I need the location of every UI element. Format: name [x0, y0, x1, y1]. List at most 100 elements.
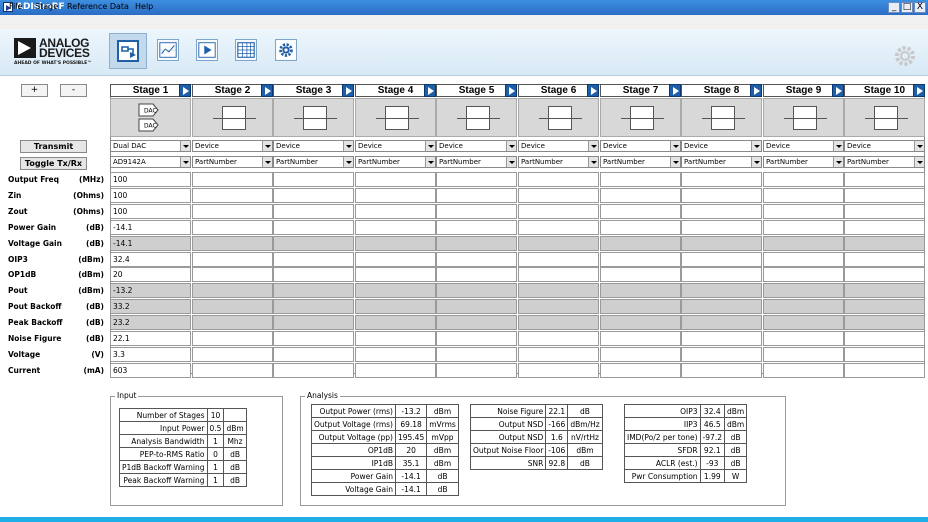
stage-cell[interactable] — [844, 363, 925, 378]
device-select[interactable]: Dual DAC — [110, 140, 191, 152]
stage-cell[interactable]: -13.2 — [110, 283, 191, 298]
stage-cell[interactable] — [192, 363, 273, 378]
stage-cell[interactable] — [518, 363, 599, 378]
chevron-down-icon[interactable] — [262, 157, 272, 167]
stage-cell[interactable] — [518, 299, 599, 314]
stage-cell[interactable] — [273, 220, 354, 235]
stage-cell[interactable] — [763, 363, 844, 378]
stage-cell[interactable] — [518, 347, 599, 362]
row-value[interactable]: 10 — [206, 408, 225, 422]
device-select[interactable]: Device — [600, 140, 681, 152]
stage-cell[interactable] — [436, 347, 517, 362]
chevron-down-icon[interactable] — [343, 141, 353, 151]
stage-block[interactable] — [600, 98, 681, 137]
part-select[interactable]: PartNumber — [273, 156, 354, 168]
menu-reference-data[interactable]: Reference Data — [67, 1, 129, 13]
stage-cell[interactable] — [436, 315, 517, 330]
part-select[interactable]: AD9142A — [110, 156, 191, 168]
stage-cell[interactable] — [192, 204, 273, 219]
close-button[interactable]: X — [914, 2, 926, 13]
stage-cell[interactable] — [355, 172, 436, 187]
stage-cell[interactable] — [355, 283, 436, 298]
stage-arrow-icon[interactable] — [342, 84, 354, 97]
chevron-down-icon[interactable] — [670, 141, 680, 151]
device-select[interactable]: Device — [518, 140, 599, 152]
chevron-down-icon[interactable] — [751, 157, 761, 167]
chevron-down-icon[interactable] — [343, 157, 353, 167]
chevron-down-icon[interactable] — [751, 141, 761, 151]
stage-cell[interactable] — [436, 188, 517, 203]
stage-arrow-icon[interactable] — [587, 84, 599, 97]
device-select[interactable]: Device — [192, 140, 273, 152]
stage-cell[interactable] — [192, 315, 273, 330]
stage-cell[interactable] — [518, 283, 599, 298]
stage-cell[interactable]: 20 — [110, 267, 191, 282]
stage-cell[interactable] — [436, 236, 517, 251]
transmit-button[interactable]: Transmit — [20, 140, 87, 153]
stage-arrow-icon[interactable] — [832, 84, 844, 97]
stage-cell[interactable] — [273, 236, 354, 251]
row-value[interactable]: 0.5 — [206, 421, 225, 435]
stage-cell[interactable] — [355, 188, 436, 203]
stage-block[interactable] — [844, 98, 925, 137]
stage-block[interactable] — [436, 98, 517, 137]
device-select[interactable]: Device — [273, 140, 354, 152]
stage-cell[interactable] — [192, 331, 273, 346]
row-value[interactable]: 1 — [206, 473, 225, 487]
stage-cell[interactable] — [273, 331, 354, 346]
table-icon[interactable] — [235, 39, 257, 61]
stage-cell[interactable] — [763, 172, 844, 187]
stage-cell[interactable]: 22.1 — [110, 331, 191, 346]
stage-cell[interactable]: 100 — [110, 188, 191, 203]
stage-cell[interactable] — [355, 236, 436, 251]
part-select[interactable]: PartNumber — [844, 156, 925, 168]
stage-block[interactable] — [763, 98, 844, 137]
stage-cell[interactable] — [192, 347, 273, 362]
stage-cell[interactable] — [436, 331, 517, 346]
stage-cell[interactable] — [518, 204, 599, 219]
stage-cell[interactable] — [763, 299, 844, 314]
settings-gear-icon[interactable] — [893, 44, 917, 68]
stage-cell[interactable] — [518, 252, 599, 267]
part-select[interactable]: PartNumber — [192, 156, 273, 168]
stage-cell[interactable]: 100 — [110, 172, 191, 187]
stage-cell[interactable] — [355, 220, 436, 235]
stage-cell[interactable] — [518, 331, 599, 346]
plot-icon[interactable] — [157, 39, 179, 61]
stage-cell[interactable] — [763, 267, 844, 282]
chevron-down-icon[interactable] — [914, 141, 924, 151]
stage-arrow-icon[interactable] — [179, 84, 191, 97]
part-select[interactable]: PartNumber — [355, 156, 436, 168]
stage-cell[interactable] — [763, 236, 844, 251]
stage-block[interactable] — [355, 98, 436, 137]
part-select[interactable]: PartNumber — [518, 156, 599, 168]
toggle-tx-rx-button[interactable]: Toggle Tx/Rx — [20, 157, 87, 170]
stage-arrow-icon[interactable] — [669, 84, 681, 97]
stage-cell[interactable] — [273, 283, 354, 298]
row-value[interactable]: 0 — [206, 447, 225, 461]
menu-file[interactable]: File — [9, 1, 22, 13]
stage-cell[interactable] — [763, 331, 844, 346]
stage-cell[interactable] — [273, 204, 354, 219]
stage-cell[interactable] — [355, 267, 436, 282]
stage-cell[interactable] — [436, 299, 517, 314]
stage-block[interactable] — [273, 98, 354, 137]
stage-cell[interactable] — [192, 252, 273, 267]
stage-cell[interactable] — [844, 267, 925, 282]
stage-cell[interactable] — [844, 283, 925, 298]
stage-cell[interactable] — [600, 331, 681, 346]
stage-cell[interactable] — [355, 363, 436, 378]
stage-arrow-icon[interactable] — [261, 84, 273, 97]
stage-cell[interactable] — [844, 172, 925, 187]
stage-cell[interactable] — [763, 315, 844, 330]
stage-cell[interactable]: 32.4 — [110, 252, 191, 267]
stage-cell[interactable] — [681, 220, 762, 235]
stage-cell[interactable] — [192, 236, 273, 251]
maximize-button[interactable]: □ — [901, 2, 913, 13]
stage-cell[interactable] — [436, 252, 517, 267]
chevron-down-icon[interactable] — [506, 157, 516, 167]
stage-block[interactable] — [681, 98, 762, 137]
stage-cell[interactable] — [763, 220, 844, 235]
stage-block[interactable] — [192, 98, 273, 137]
stage-cell[interactable] — [844, 331, 925, 346]
